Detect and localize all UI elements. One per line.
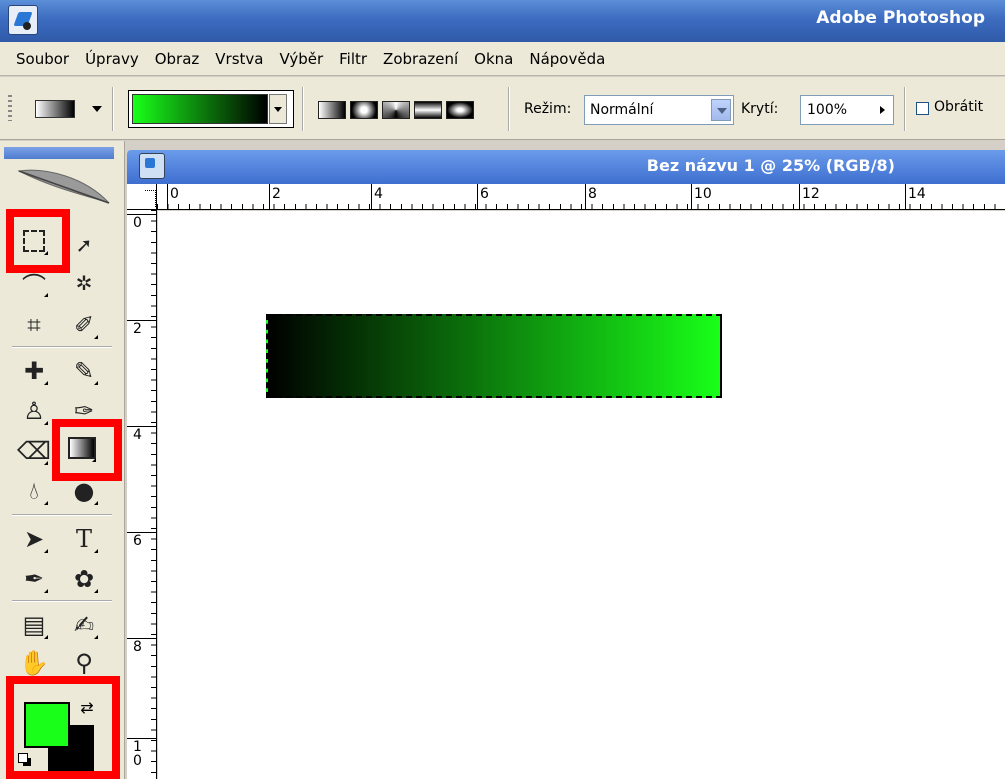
document-canvas[interactable] (158, 211, 1005, 779)
ruler-h-label: 6 (480, 186, 489, 202)
mode-value: Normální (590, 102, 654, 118)
ruler-h-label: 10 (694, 186, 712, 202)
opacity-value: 100% (807, 102, 848, 118)
opacity-label: Krytí: (741, 101, 779, 117)
reverse-checkbox[interactable] (916, 102, 929, 115)
clone-stamp-tool-icon[interactable]: ♙ (14, 391, 54, 431)
dodge-tool-icon[interactable]: ● (64, 471, 104, 511)
toolbox-divider (12, 346, 112, 348)
move-tool-icon[interactable]: ➚ (64, 225, 104, 265)
toolbox-divider (12, 514, 112, 516)
gradient-selection[interactable] (266, 314, 722, 398)
gradient-dropdown-icon[interactable] (269, 94, 287, 124)
eyedropper-tool-icon[interactable]: ✍ (64, 605, 104, 645)
mode-label: Režim: (524, 101, 572, 117)
mode-select[interactable]: Normální (584, 95, 734, 125)
type-tool-icon[interactable]: T (64, 519, 104, 559)
menu-vyber[interactable]: Výběr (271, 50, 331, 68)
ruler-h-label: 4 (374, 186, 383, 202)
toolbox: ➚ ⌒ ✲ ⌗ ✐ ✚ ✎ ♙ ✑ ⌫ 💧︎ ● ➤ T ✒ ✿ ▤ ✍ ✋ ⚲… (0, 141, 125, 779)
marquee-tool-icon[interactable] (14, 221, 54, 261)
photoshop-app-icon[interactable] (8, 5, 38, 35)
lasso-tool-icon[interactable]: ⌒ (14, 263, 54, 303)
reverse-label: Obrátit (934, 99, 984, 115)
menu-okna[interactable]: Okna (466, 50, 521, 68)
options-separator (904, 87, 906, 131)
ruler-h-label: 2 (272, 186, 281, 202)
crop-tool-icon[interactable]: ⌗ (14, 305, 54, 345)
healing-brush-tool-icon[interactable]: ✚ (14, 351, 54, 391)
menu-obraz[interactable]: Obraz (147, 50, 208, 68)
feather-logo-icon (17, 169, 110, 204)
ruler-v-label: 4 (133, 427, 142, 443)
options-bar: Režim: Normální Krytí: 100% Obrátit (0, 77, 1005, 140)
eraser-tool-icon[interactable]: ⌫ (14, 431, 54, 471)
opacity-slider-arrow-icon[interactable] (880, 106, 885, 114)
menu-filtr[interactable]: Filtr (331, 50, 375, 68)
ruler-v-label: 2 (133, 321, 142, 337)
options-separator (508, 87, 510, 131)
ruler-h-label: 8 (588, 186, 597, 202)
toolbox-divider (12, 600, 112, 602)
document-title: Bez názvu 1 @ 25% (RGB/8) (646, 156, 895, 175)
zoom-tool-icon[interactable]: ⚲ (64, 643, 104, 683)
opacity-field[interactable]: 100% (800, 95, 894, 125)
ruler-h-label: 14 (908, 186, 926, 202)
gradient-type-buttons (318, 101, 474, 119)
tool-preset-icon[interactable] (35, 100, 75, 118)
menu-soubor[interactable]: Soubor (8, 50, 77, 68)
blur-tool-icon[interactable]: 💧︎ (14, 471, 54, 511)
path-selection-tool-icon[interactable]: ➤ (14, 519, 54, 559)
gradient-picker[interactable] (128, 90, 294, 128)
chevron-down-icon[interactable] (711, 99, 731, 121)
foreground-color-swatch[interactable] (24, 702, 70, 748)
pen-tool-icon[interactable]: ✒ (14, 559, 54, 599)
default-colors-icon[interactable] (18, 753, 32, 767)
document-title-bar[interactable]: Bez názvu 1 @ 25% (RGB/8) (127, 150, 1005, 184)
angle-gradient-button[interactable] (382, 101, 410, 119)
reflected-gradient-button[interactable] (414, 101, 442, 119)
menu-upravy[interactable]: Úpravy (77, 50, 147, 68)
menu-vrstva[interactable]: Vrstva (207, 50, 271, 68)
ruler-v-label: 1 0 (133, 739, 142, 769)
history-brush-tool-icon[interactable]: ✑ (64, 391, 104, 431)
ruler-v-label: 6 (133, 533, 142, 549)
ruler-origin[interactable] (127, 184, 157, 210)
options-bar-grip[interactable] (8, 95, 12, 121)
toolbox-header[interactable] (4, 147, 114, 159)
gradient-tool-icon[interactable] (62, 428, 102, 468)
ruler-v-label: 0 (133, 215, 142, 231)
menu-zobrazeni[interactable]: Zobrazení (375, 50, 466, 68)
window-title: Adobe Photoshop (816, 8, 985, 28)
tool-preset-dropdown-icon[interactable] (92, 106, 102, 112)
title-bar: Adobe Photoshop (0, 0, 1005, 42)
linear-gradient-button[interactable] (318, 101, 346, 119)
document-icon[interactable] (139, 153, 165, 179)
options-separator (302, 87, 304, 131)
diamond-gradient-button[interactable] (446, 101, 474, 119)
gradient-preview-swatch[interactable] (132, 94, 268, 124)
brush-tool-icon[interactable]: ✎ (64, 351, 104, 391)
ruler-v-label: 8 (133, 639, 142, 655)
vertical-ruler[interactable]: 0 2 4 6 8 1 0 (127, 210, 157, 779)
menu-napoveda[interactable]: Nápověda (521, 50, 613, 68)
options-separator (112, 87, 114, 131)
horizontal-ruler[interactable]: 0 2 4 6 8 10 12 14 (157, 184, 1005, 210)
slice-tool-icon[interactable]: ✐ (64, 305, 104, 345)
photoshop-window: Adobe Photoshop Soubor Úpravy Obraz Vrst… (0, 0, 1005, 779)
ruler-h-label: 12 (802, 186, 820, 202)
document-window: Bez názvu 1 @ 25% (RGB/8) 0 2 4 6 8 10 1… (127, 150, 1005, 779)
swap-colors-icon[interactable]: ⇄ (76, 697, 98, 719)
ruler-h-label: 0 (170, 186, 179, 202)
hand-tool-icon[interactable]: ✋ (14, 643, 54, 683)
custom-shape-tool-icon[interactable]: ✿ (64, 559, 104, 599)
magic-wand-tool-icon[interactable]: ✲ (64, 263, 104, 303)
menu-bar: Soubor Úpravy Obraz Vrstva Výběr Filtr Z… (0, 42, 1005, 76)
radial-gradient-button[interactable] (350, 101, 378, 119)
notes-tool-icon[interactable]: ▤ (14, 605, 54, 645)
